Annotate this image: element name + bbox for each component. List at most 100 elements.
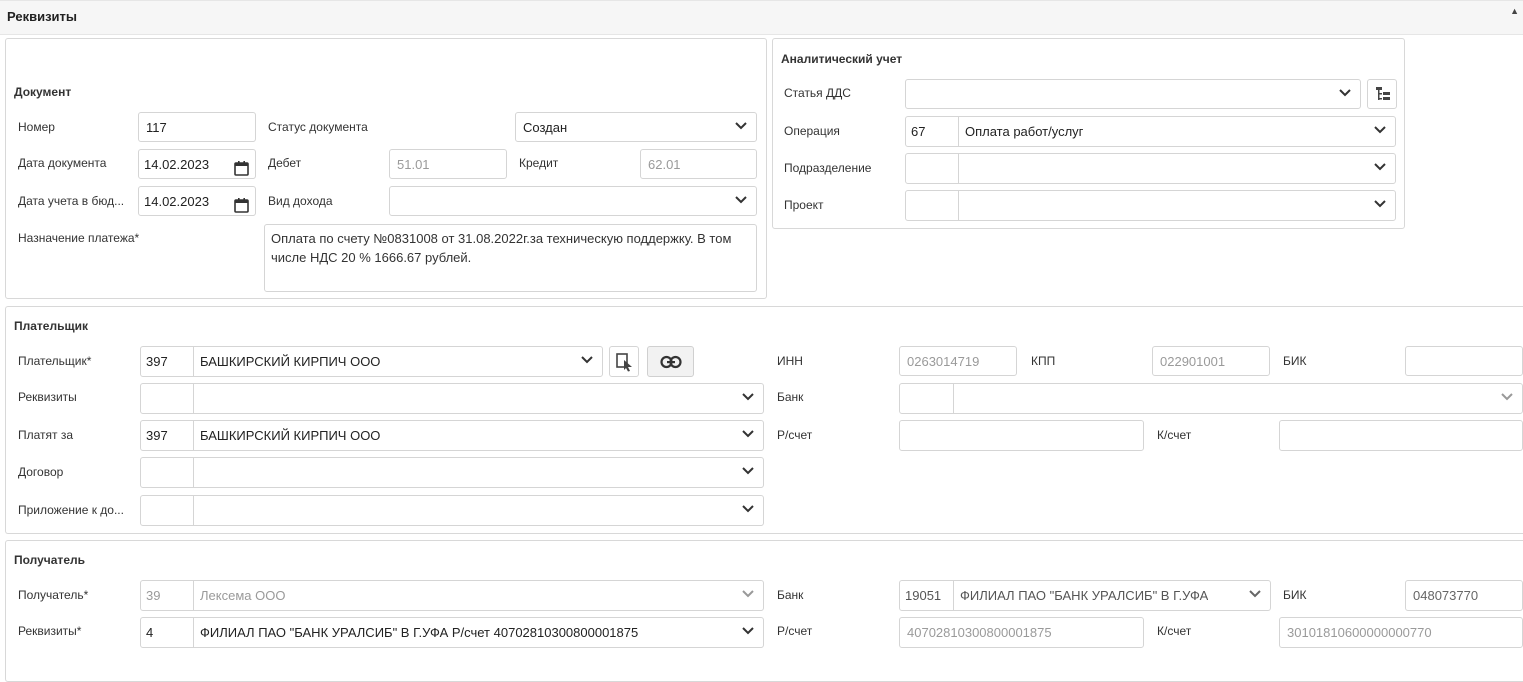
link-icon: [660, 354, 682, 373]
chevron-down-icon: [735, 196, 747, 204]
operation-select[interactable]: 67 Оплата работ/услуг: [905, 116, 1396, 147]
recipient-bank-select[interactable]: 19051 ФИЛИАЛ ПАО "БАНК УРАЛСИБ" В Г.УФА: [899, 580, 1271, 611]
credit-label: Кредит: [519, 156, 559, 170]
kpp-label: КПП: [1031, 354, 1056, 368]
inn-input[interactable]: 0263014719: [899, 346, 1017, 376]
chevron-down-icon: [742, 590, 754, 598]
recipient-account-input[interactable]: 40702810300800001875: [899, 617, 1144, 648]
select-cursor-icon: [615, 352, 635, 375]
section-header[interactable]: [0, 0, 1523, 35]
tree-icon: [1375, 86, 1391, 105]
collapse-caret-icon[interactable]: ▲: [1510, 6, 1519, 16]
payer-corr-label: К/счет: [1157, 428, 1192, 442]
purpose-textarea[interactable]: Оплата по счету №0831008 от 31.08.2022г.…: [264, 224, 757, 292]
chevron-down-icon: [1249, 590, 1261, 598]
payer-bik-input[interactable]: [1405, 346, 1523, 376]
income-type-label: Вид дохода: [268, 194, 333, 208]
recipient-requisites-value: ФИЛИАЛ ПАО "БАНК УРАЛСИБ" В Г.УФА Р/счет…: [200, 625, 639, 640]
doc-date-input[interactable]: 14.02.2023: [138, 149, 256, 179]
recipient-bik-input[interactable]: 048073770: [1405, 580, 1523, 611]
recipient-panel: [5, 540, 1523, 682]
payer-requisites-code: [141, 384, 194, 413]
chevron-down-icon: [735, 122, 747, 130]
attachment-value: [194, 496, 200, 525]
recipient-requisites-label: Реквизиты*: [18, 624, 82, 638]
pay-for-select[interactable]: 397 БАШКИРСКИЙ КИРПИЧ ООО: [140, 420, 764, 451]
doc-date-label: Дата документа: [18, 156, 107, 170]
payer-account-input[interactable]: [899, 420, 1144, 451]
dds-select[interactable]: [905, 79, 1361, 109]
project-value: [959, 191, 965, 220]
payer-label: Плательщик*: [18, 354, 92, 368]
pay-for-value: БАШКИРСКИЙ КИРПИЧ ООО: [200, 428, 381, 443]
payer-requisites-select[interactable]: [140, 383, 764, 414]
chevron-down-icon: [1374, 200, 1386, 208]
kpp-input[interactable]: 022901001: [1152, 346, 1270, 376]
select-payer-button[interactable]: [609, 346, 639, 377]
analytics-title: Аналитический учет: [781, 52, 903, 66]
recipient-requisites-select[interactable]: 4 ФИЛИАЛ ПАО "БАНК УРАЛСИБ" В Г.УФА Р/сч…: [140, 617, 764, 648]
recipient-account-label: Р/счет: [777, 624, 813, 638]
chevron-down-icon: [1339, 89, 1351, 97]
pay-for-label: Платят за: [18, 428, 74, 442]
project-code: [906, 191, 959, 220]
attachment-select[interactable]: [140, 495, 764, 526]
recipient-bank-value: ФИЛИАЛ ПАО "БАНК УРАЛСИБ" В Г.УФА: [960, 588, 1209, 603]
status-select[interactable]: Создан: [515, 112, 757, 142]
contract-value: [194, 458, 200, 487]
chevron-down-icon: [742, 393, 754, 401]
chevron-down-icon: [742, 467, 754, 475]
chevron-down-icon: [1374, 126, 1386, 134]
link-button[interactable]: [647, 346, 694, 377]
chevron-down-icon: [1501, 393, 1513, 401]
chevron-down-icon: [742, 627, 754, 635]
pay-for-code: 397: [141, 421, 194, 450]
contract-label: Договор: [18, 465, 64, 479]
payer-requisites-label: Реквизиты: [18, 390, 77, 404]
recipient-corr-label: К/счет: [1157, 624, 1192, 638]
status-value: Создан: [523, 120, 568, 135]
chevron-down-icon: [1374, 163, 1386, 171]
payer-requisites-value: [194, 384, 200, 413]
number-input[interactable]: 117: [138, 112, 256, 142]
payer-title: Плательщик: [14, 319, 88, 333]
recipient-code: 39: [141, 581, 194, 610]
payer-corr-input[interactable]: [1279, 420, 1523, 451]
recipient-value: Лексема ООО: [200, 588, 286, 603]
division-select[interactable]: [905, 153, 1396, 184]
recipient-label: Получатель*: [18, 588, 89, 602]
section-title: Реквизиты: [7, 9, 77, 24]
contract-select[interactable]: [140, 457, 764, 488]
chevron-down-icon: [742, 430, 754, 438]
payer-value: БАШКИРСКИЙ КИРПИЧ ООО: [200, 354, 381, 369]
attachment-code: [141, 496, 194, 525]
recipient-bik-label: БИК: [1283, 588, 1307, 602]
contract-code: [141, 458, 194, 487]
payer-account-label: Р/счет: [777, 428, 813, 442]
recipient-title: Получатель: [14, 553, 85, 567]
recipient-bank-label: Банк: [777, 588, 804, 602]
recipient-select[interactable]: 39 Лексема ООО: [140, 580, 764, 611]
calendar-icon[interactable]: [234, 194, 249, 215]
income-type-select[interactable]: [389, 186, 757, 216]
document-title: Документ: [14, 85, 72, 99]
inn-label: ИНН: [777, 354, 803, 368]
recipient-corr-input[interactable]: 30101810600000000770: [1279, 617, 1523, 648]
payer-select[interactable]: 397 БАШКИРСКИЙ КИРПИЧ ООО: [140, 346, 603, 377]
debet-input[interactable]: 51.01: [389, 149, 507, 179]
debet-label: Дебет: [268, 156, 302, 170]
operation-value: Оплата работ/услуг: [965, 124, 1084, 139]
chevron-down-icon: [581, 356, 593, 364]
credit-input[interactable]: 62.01: [640, 149, 757, 179]
payer-code: 397: [141, 347, 194, 376]
recipient-bank-code: 19051: [900, 581, 954, 610]
operation-label: Операция: [784, 124, 840, 138]
status-label: Статус документа: [268, 120, 368, 134]
budget-date-value: 14.02.2023: [144, 194, 210, 209]
purpose-label: Назначение платежа*: [18, 231, 140, 245]
tree-button[interactable]: [1367, 79, 1397, 109]
project-select[interactable]: [905, 190, 1396, 221]
payer-bank-select[interactable]: [899, 383, 1523, 414]
budget-date-input[interactable]: 14.02.2023: [138, 186, 256, 216]
calendar-icon[interactable]: [234, 157, 249, 178]
